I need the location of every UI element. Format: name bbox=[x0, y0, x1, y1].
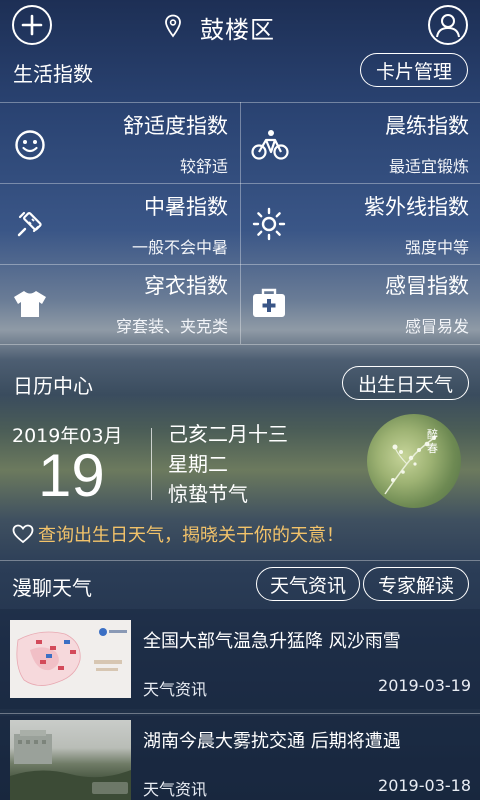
solar-term-image[interactable]: 醉 春 bbox=[367, 414, 461, 508]
news-title: 全国大部气温急升猛降 风沙雨雪 bbox=[143, 631, 401, 652]
index-name: 紫外线指数 bbox=[364, 195, 469, 219]
tab-expert-analysis[interactable]: 专家解读 bbox=[363, 567, 469, 601]
news-date: 2019-03-18 bbox=[378, 776, 471, 795]
thermometer-icon bbox=[17, 211, 42, 237]
index-card-heatstroke[interactable]: 中暑指数 一般不会中暑 bbox=[0, 184, 240, 264]
divider bbox=[0, 713, 480, 714]
index-card-clothing[interactable]: 穿衣指数 穿套装、夹克类 bbox=[0, 265, 240, 344]
index-value: 强度中等 bbox=[404, 238, 469, 257]
index-value: 穿套装、夹克类 bbox=[115, 317, 228, 336]
birthday-weather-button[interactable]: 出生日天气 bbox=[342, 366, 469, 400]
news-item[interactable]: 湖南今晨大雾扰交通 后期将遭遇 天气资讯 2019-03-18 bbox=[0, 716, 480, 800]
calendar-title: 日历中心 bbox=[13, 374, 93, 398]
news-thumbnail bbox=[10, 720, 131, 800]
plant-illustration-icon bbox=[384, 435, 438, 495]
tshirt-icon bbox=[14, 291, 46, 317]
index-value: 一般不会中暑 bbox=[131, 238, 228, 257]
card-manage-button[interactable]: 卡片管理 bbox=[360, 53, 468, 87]
heart-icon bbox=[12, 524, 34, 544]
user-icon bbox=[436, 14, 460, 38]
lunar-date: 己亥二月十三 bbox=[168, 422, 288, 446]
news-title: 湖南今晨大雾扰交通 后期将遭遇 bbox=[143, 731, 401, 752]
divider bbox=[151, 428, 152, 500]
news-thumbnail bbox=[10, 620, 131, 698]
index-name: 中暑指数 bbox=[144, 195, 228, 219]
solar-term: 惊蛰节气 bbox=[168, 482, 248, 506]
index-card-uv[interactable]: 紫外线指数 强度中等 bbox=[241, 184, 480, 264]
index-card-exercise[interactable]: 晨练指数 最适宜锻炼 bbox=[241, 103, 480, 183]
city-title[interactable]: 鼓楼区 bbox=[200, 10, 275, 45]
index-card-comfort[interactable]: 舒适度指数 较舒适 bbox=[0, 103, 240, 183]
profile-button[interactable] bbox=[428, 5, 468, 45]
divider bbox=[0, 344, 480, 345]
smiley-icon bbox=[15, 130, 45, 160]
tab-weather-news[interactable]: 天气资讯 bbox=[256, 567, 360, 601]
add-city-button[interactable] bbox=[12, 5, 52, 45]
birthday-query-text: 查询出生日天气，揭晓关于你的天意！ bbox=[38, 525, 344, 546]
index-name: 感冒指数 bbox=[385, 274, 469, 298]
life-index-title: 生活指数 bbox=[13, 62, 93, 86]
index-name: 穿衣指数 bbox=[144, 274, 228, 298]
news-category: 天气资讯 bbox=[143, 780, 208, 799]
divider bbox=[0, 560, 480, 561]
badge-text: 春 bbox=[427, 442, 438, 455]
index-name: 晨练指数 bbox=[385, 114, 469, 138]
index-card-cold[interactable]: 感冒指数 感冒易发 bbox=[241, 265, 480, 344]
weekday: 星期二 bbox=[168, 452, 228, 476]
index-value: 最适宜锻炼 bbox=[388, 157, 469, 176]
medical-kit-icon bbox=[253, 288, 285, 317]
chat-weather-title: 漫聊天气 bbox=[12, 576, 92, 600]
foggy-city-thumbnail-icon bbox=[10, 730, 131, 800]
index-name: 舒适度指数 bbox=[123, 114, 228, 138]
index-value: 较舒适 bbox=[179, 157, 228, 176]
sun-icon bbox=[252, 207, 286, 241]
map-thumbnail-icon bbox=[10, 620, 131, 698]
news-date: 2019-03-19 bbox=[378, 676, 471, 695]
location-pin-icon bbox=[165, 14, 181, 38]
news-item[interactable]: 全国大部气温急升猛降 风沙雨雪 天气资讯 2019-03-19 bbox=[0, 609, 480, 709]
plus-icon bbox=[21, 14, 43, 36]
bicycle-icon bbox=[251, 130, 289, 160]
calendar-day: 19 bbox=[38, 442, 105, 509]
birthday-query-link[interactable]: 查询出生日天气，揭晓关于你的天意！ bbox=[12, 521, 344, 547]
news-category: 天气资讯 bbox=[143, 680, 208, 699]
index-value: 感冒易发 bbox=[404, 317, 469, 336]
